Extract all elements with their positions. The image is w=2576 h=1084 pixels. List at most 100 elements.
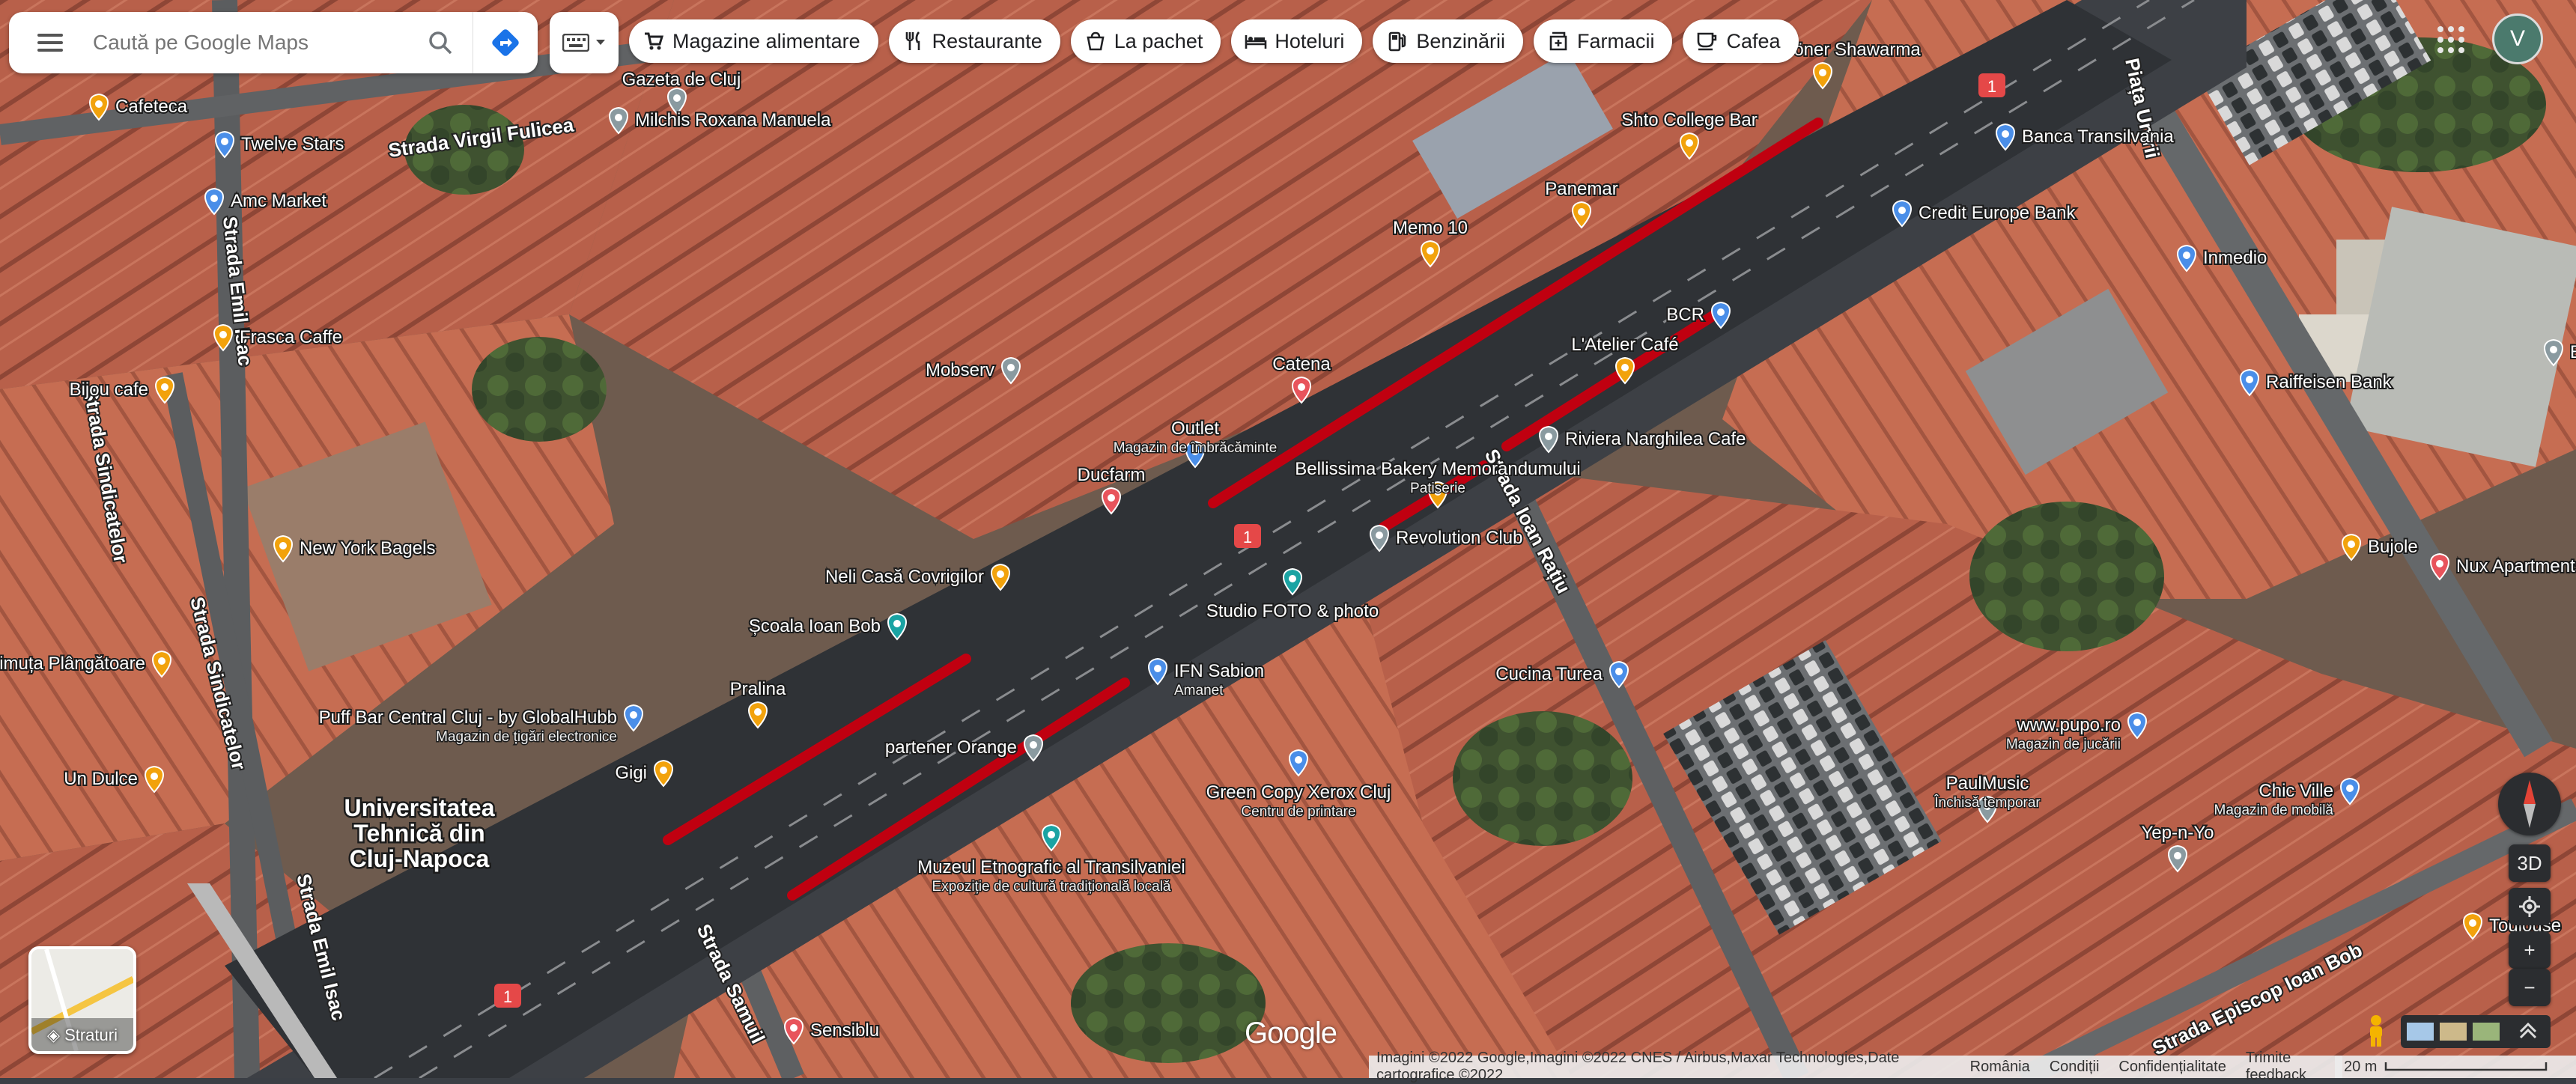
country-link[interactable]: România [1970, 1059, 2030, 1076]
place-name: Frasca Caffe [240, 327, 342, 347]
place-pin-glyph-icon [2346, 785, 2354, 792]
search-button[interactable] [408, 12, 473, 73]
directions-button[interactable] [473, 12, 538, 73]
chip-coffee[interactable]: Cafea [1683, 19, 1799, 63]
search-input[interactable] [91, 30, 408, 55]
place-name: Pralina [730, 679, 786, 699]
place-pin-glyph-icon [615, 114, 622, 121]
place-name: Neli Casă Covrigilor [825, 567, 984, 587]
zoom-in-button[interactable]: + [2509, 931, 2551, 969]
chevron-down-icon [596, 40, 605, 45]
chip-restaurants[interactable]: Restaurante [888, 19, 1060, 63]
place-pin-glyph-icon [2183, 252, 2190, 259]
place-name: Bujole [2368, 537, 2418, 557]
place-pin-glyph-icon [1621, 364, 1629, 371]
place-name: Cluj-Napoca [350, 845, 490, 872]
map-place[interactable]: Riviera Narghilea Cafe [1539, 425, 1747, 454]
place-name: BCR [1666, 305, 1704, 325]
place-name: Raiffeisen Bank [2266, 372, 2393, 392]
map-place[interactable]: UniversitateaTehnică dinCluj-Napoca [342, 793, 496, 874]
pharmacy-icon [1547, 30, 1570, 52]
imagery-thumb[interactable] [2473, 1023, 2500, 1041]
place-name: Green Copy Xerox Cluj [1206, 782, 1391, 803]
tilt-3d-button[interactable]: 3D [2509, 844, 2551, 882]
map-place[interactable]: Neli Casă Covrigilor [824, 563, 1010, 591]
scale-ruler [2385, 1062, 2548, 1071]
imagery-thumb[interactable] [2440, 1023, 2467, 1041]
place-name: Memo 10 [1393, 218, 1468, 238]
map-place[interactable]: Gigi [613, 759, 673, 788]
place-pin-glyph-icon [1615, 668, 1623, 675]
my-location-icon [2519, 896, 2540, 917]
my-location-button[interactable] [2509, 888, 2551, 925]
map-place[interactable]: Maimuța Plângătoare [0, 650, 171, 678]
map-place[interactable]: Credit Europe Bank [1892, 199, 2077, 228]
feedback-link[interactable]: Trimite feedback [2246, 1050, 2342, 1084]
place-category: Magazin de îmbrăcăminte [1114, 440, 1278, 456]
place-name: Credit Europe Bank [1919, 203, 2076, 223]
place-name: Milchis Roxana Manuela [635, 110, 831, 130]
compass-button[interactable] [2498, 773, 2561, 835]
place-pin-glyph-icon [1427, 247, 1434, 255]
place-name: PaulMusic [1946, 773, 2029, 794]
search-icon [429, 31, 452, 55]
place-pin-glyph-icon [1376, 532, 1383, 539]
layers-label: Straturi [64, 1026, 118, 1044]
chevron-up-icon[interactable] [2519, 1022, 2537, 1039]
place-pin-glyph-icon [158, 657, 165, 665]
place-pin-glyph-icon [2469, 919, 2476, 927]
chip-pharmacies[interactable]: Farmacii [1533, 19, 1673, 63]
privacy-link[interactable]: Confidențialitate [2118, 1059, 2226, 1076]
chip-gas-stations[interactable]: Benzinării [1373, 19, 1523, 63]
chip-hotels[interactable]: Hoteluri [1231, 19, 1363, 63]
place-name: Ducfarm [1078, 465, 1146, 485]
place-name: Cucina Turea [1495, 664, 1603, 684]
place-pin-glyph-icon [221, 138, 228, 145]
place-name: Biserica c [2570, 342, 2576, 362]
place-category: Amanet [1174, 683, 1224, 698]
street-view-pegman[interactable] [2359, 1014, 2393, 1048]
place-name: Puff Bar Central Cluj - by GlobalHubb [319, 707, 617, 728]
scale-label: 20 m [2344, 1058, 2378, 1075]
place-name: Tehnică din [353, 820, 484, 847]
input-tools-button[interactable] [550, 12, 619, 73]
map-place[interactable]: BCR [1665, 301, 1731, 329]
place-pin-glyph-icon [161, 383, 168, 391]
place-name: Outlet [1171, 418, 1219, 439]
place-name: Revolution Club [1396, 528, 1522, 548]
place-name: Universitatea [344, 794, 495, 821]
place-name: Banca Transilvania [2022, 127, 2174, 147]
layers-icon: ◈ [47, 1026, 60, 1044]
place-name: New York Bagels [300, 538, 435, 558]
place-name: Cafeteca [115, 97, 188, 117]
place-name: Muzeul Etnografic al Transilvaniei [917, 857, 1185, 877]
terms-link[interactable]: Condiții [2050, 1059, 2100, 1076]
place-pin-glyph-icon [1108, 494, 1115, 502]
place-category: Magazin de țigări electronice [436, 729, 617, 745]
imagery-thumb[interactable] [2407, 1023, 2434, 1041]
place-pin-glyph-icon [630, 711, 637, 719]
chip-takeout[interactable]: La pachet [1070, 19, 1221, 63]
menu-button[interactable] [9, 12, 91, 73]
layers-button[interactable]: ◈ Straturi [28, 946, 136, 1054]
scale-bar[interactable]: 20 m [2335, 1056, 2576, 1078]
map-place[interactable]: Milchis Roxana Manuela [609, 106, 833, 135]
place-name: Nux Apartments Cluj-Napoca [2456, 556, 2576, 576]
chip-label: Restaurante [932, 29, 1042, 52]
map-place[interactable]: Bujole [2342, 533, 2419, 561]
zoom-out-button[interactable]: − [2509, 969, 2551, 1006]
place-category: Magazin de mobilă [2214, 803, 2334, 818]
place-pin-glyph-icon [210, 195, 218, 202]
map-place[interactable]: Banca Transilvania [1996, 123, 2175, 151]
place-pin-glyph-icon [893, 620, 901, 627]
place-name: Gazeta de Cluj [622, 70, 741, 90]
gas-pump-icon [1386, 30, 1409, 52]
chip-groceries[interactable]: Magazine alimentare [629, 19, 878, 63]
layers-label-row: ◈ Straturi [31, 1026, 133, 1045]
place-name: Sensiblu [810, 1020, 879, 1041]
google-apps-button[interactable] [2434, 22, 2468, 57]
chip-label: Hoteluri [1275, 29, 1345, 52]
satellite-map[interactable]: 1 1 1 Strada Virgil Fulicea Strada Emil … [0, 0, 2576, 1078]
account-avatar[interactable]: V [2492, 13, 2543, 64]
place-pin-glyph-icon [1898, 207, 1906, 214]
